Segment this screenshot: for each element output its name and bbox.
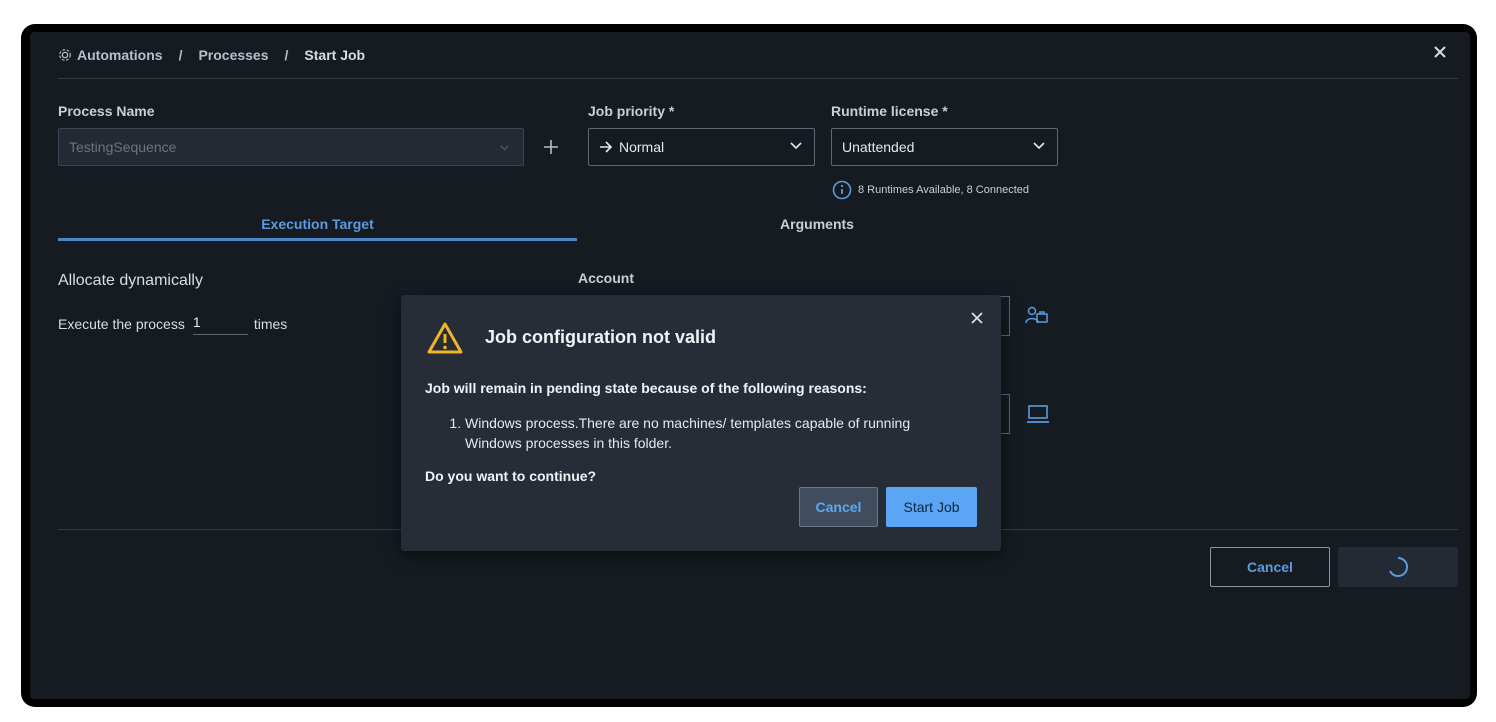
start-button-loading[interactable] xyxy=(1338,547,1458,587)
dialog-reasons-list: Windows process.There are no machines/ t… xyxy=(425,413,965,453)
execute-count-input[interactable] xyxy=(192,312,248,335)
tab-arguments[interactable]: Arguments xyxy=(577,214,1057,240)
process-name-label: Process Name xyxy=(58,103,155,119)
allocate-dynamically-title: Allocate dynamically xyxy=(58,272,203,289)
runtimes-info: 8 Runtimes Available, 8 Connected xyxy=(832,180,1029,200)
header-divider xyxy=(58,78,1458,79)
job-priority-label: Job priority * xyxy=(588,103,675,119)
arrow-right-icon xyxy=(600,141,613,153)
breadcrumb-automations[interactable]: Automations xyxy=(77,47,163,63)
breadcrumb-start-job: Start Job xyxy=(304,47,366,63)
breadcrumb-separator: / xyxy=(284,47,289,63)
account-label: Account xyxy=(578,270,634,286)
chevron-down-icon xyxy=(1033,142,1045,150)
close-icon[interactable] xyxy=(971,312,983,324)
warning-icon xyxy=(427,322,463,354)
list-item: Windows process.There are no machines/ t… xyxy=(465,413,965,453)
runtime-license-label: Runtime license * xyxy=(831,103,948,119)
laptop-icon[interactable] xyxy=(1026,404,1050,424)
cancel-button[interactable]: Cancel xyxy=(1210,547,1330,587)
execute-count-row: Execute the process times xyxy=(58,312,287,335)
gear-icon xyxy=(59,49,71,61)
runtimes-info-text: 8 Runtimes Available, 8 Connected xyxy=(858,184,1030,196)
job-priority-select[interactable]: Normal xyxy=(588,128,815,166)
job-priority-value: Normal xyxy=(619,139,665,155)
dialog-start-job-button[interactable]: Start Job xyxy=(886,487,977,527)
plus-icon[interactable] xyxy=(543,139,559,155)
breadcrumb-processes[interactable]: Processes xyxy=(198,47,268,63)
active-tab-indicator xyxy=(58,238,577,241)
spinner-icon xyxy=(1389,556,1409,577)
breadcrumb-separator: / xyxy=(178,47,183,63)
close-icon[interactable] xyxy=(1432,44,1448,60)
tab-execution-target[interactable]: Execution Target xyxy=(58,214,577,240)
breadcrumb: Automations / Processes / Start Job xyxy=(58,45,365,65)
chevron-down-icon xyxy=(790,142,802,150)
execute-prefix: Execute the process xyxy=(58,315,185,332)
chevron-down-icon xyxy=(500,145,509,151)
user-account-icon[interactable] xyxy=(1025,306,1049,326)
dialog-question: Do you want to continue? xyxy=(425,468,597,484)
dialog-title: Job configuration not valid xyxy=(485,327,716,347)
dialog-reason-heading: Job will remain in pending state because… xyxy=(425,380,867,396)
process-name-select[interactable]: TestingSequence xyxy=(58,128,524,166)
info-icon xyxy=(832,180,852,200)
runtime-license-select[interactable]: Unattended xyxy=(831,128,1058,166)
process-name-value: TestingSequence xyxy=(69,139,177,155)
runtime-license-value: Unattended xyxy=(842,139,915,155)
execute-suffix: times xyxy=(253,315,288,332)
dialog-cancel-button[interactable]: Cancel xyxy=(799,487,878,527)
job-config-invalid-dialog: Job configuration not valid Job will rem… xyxy=(401,295,1001,551)
